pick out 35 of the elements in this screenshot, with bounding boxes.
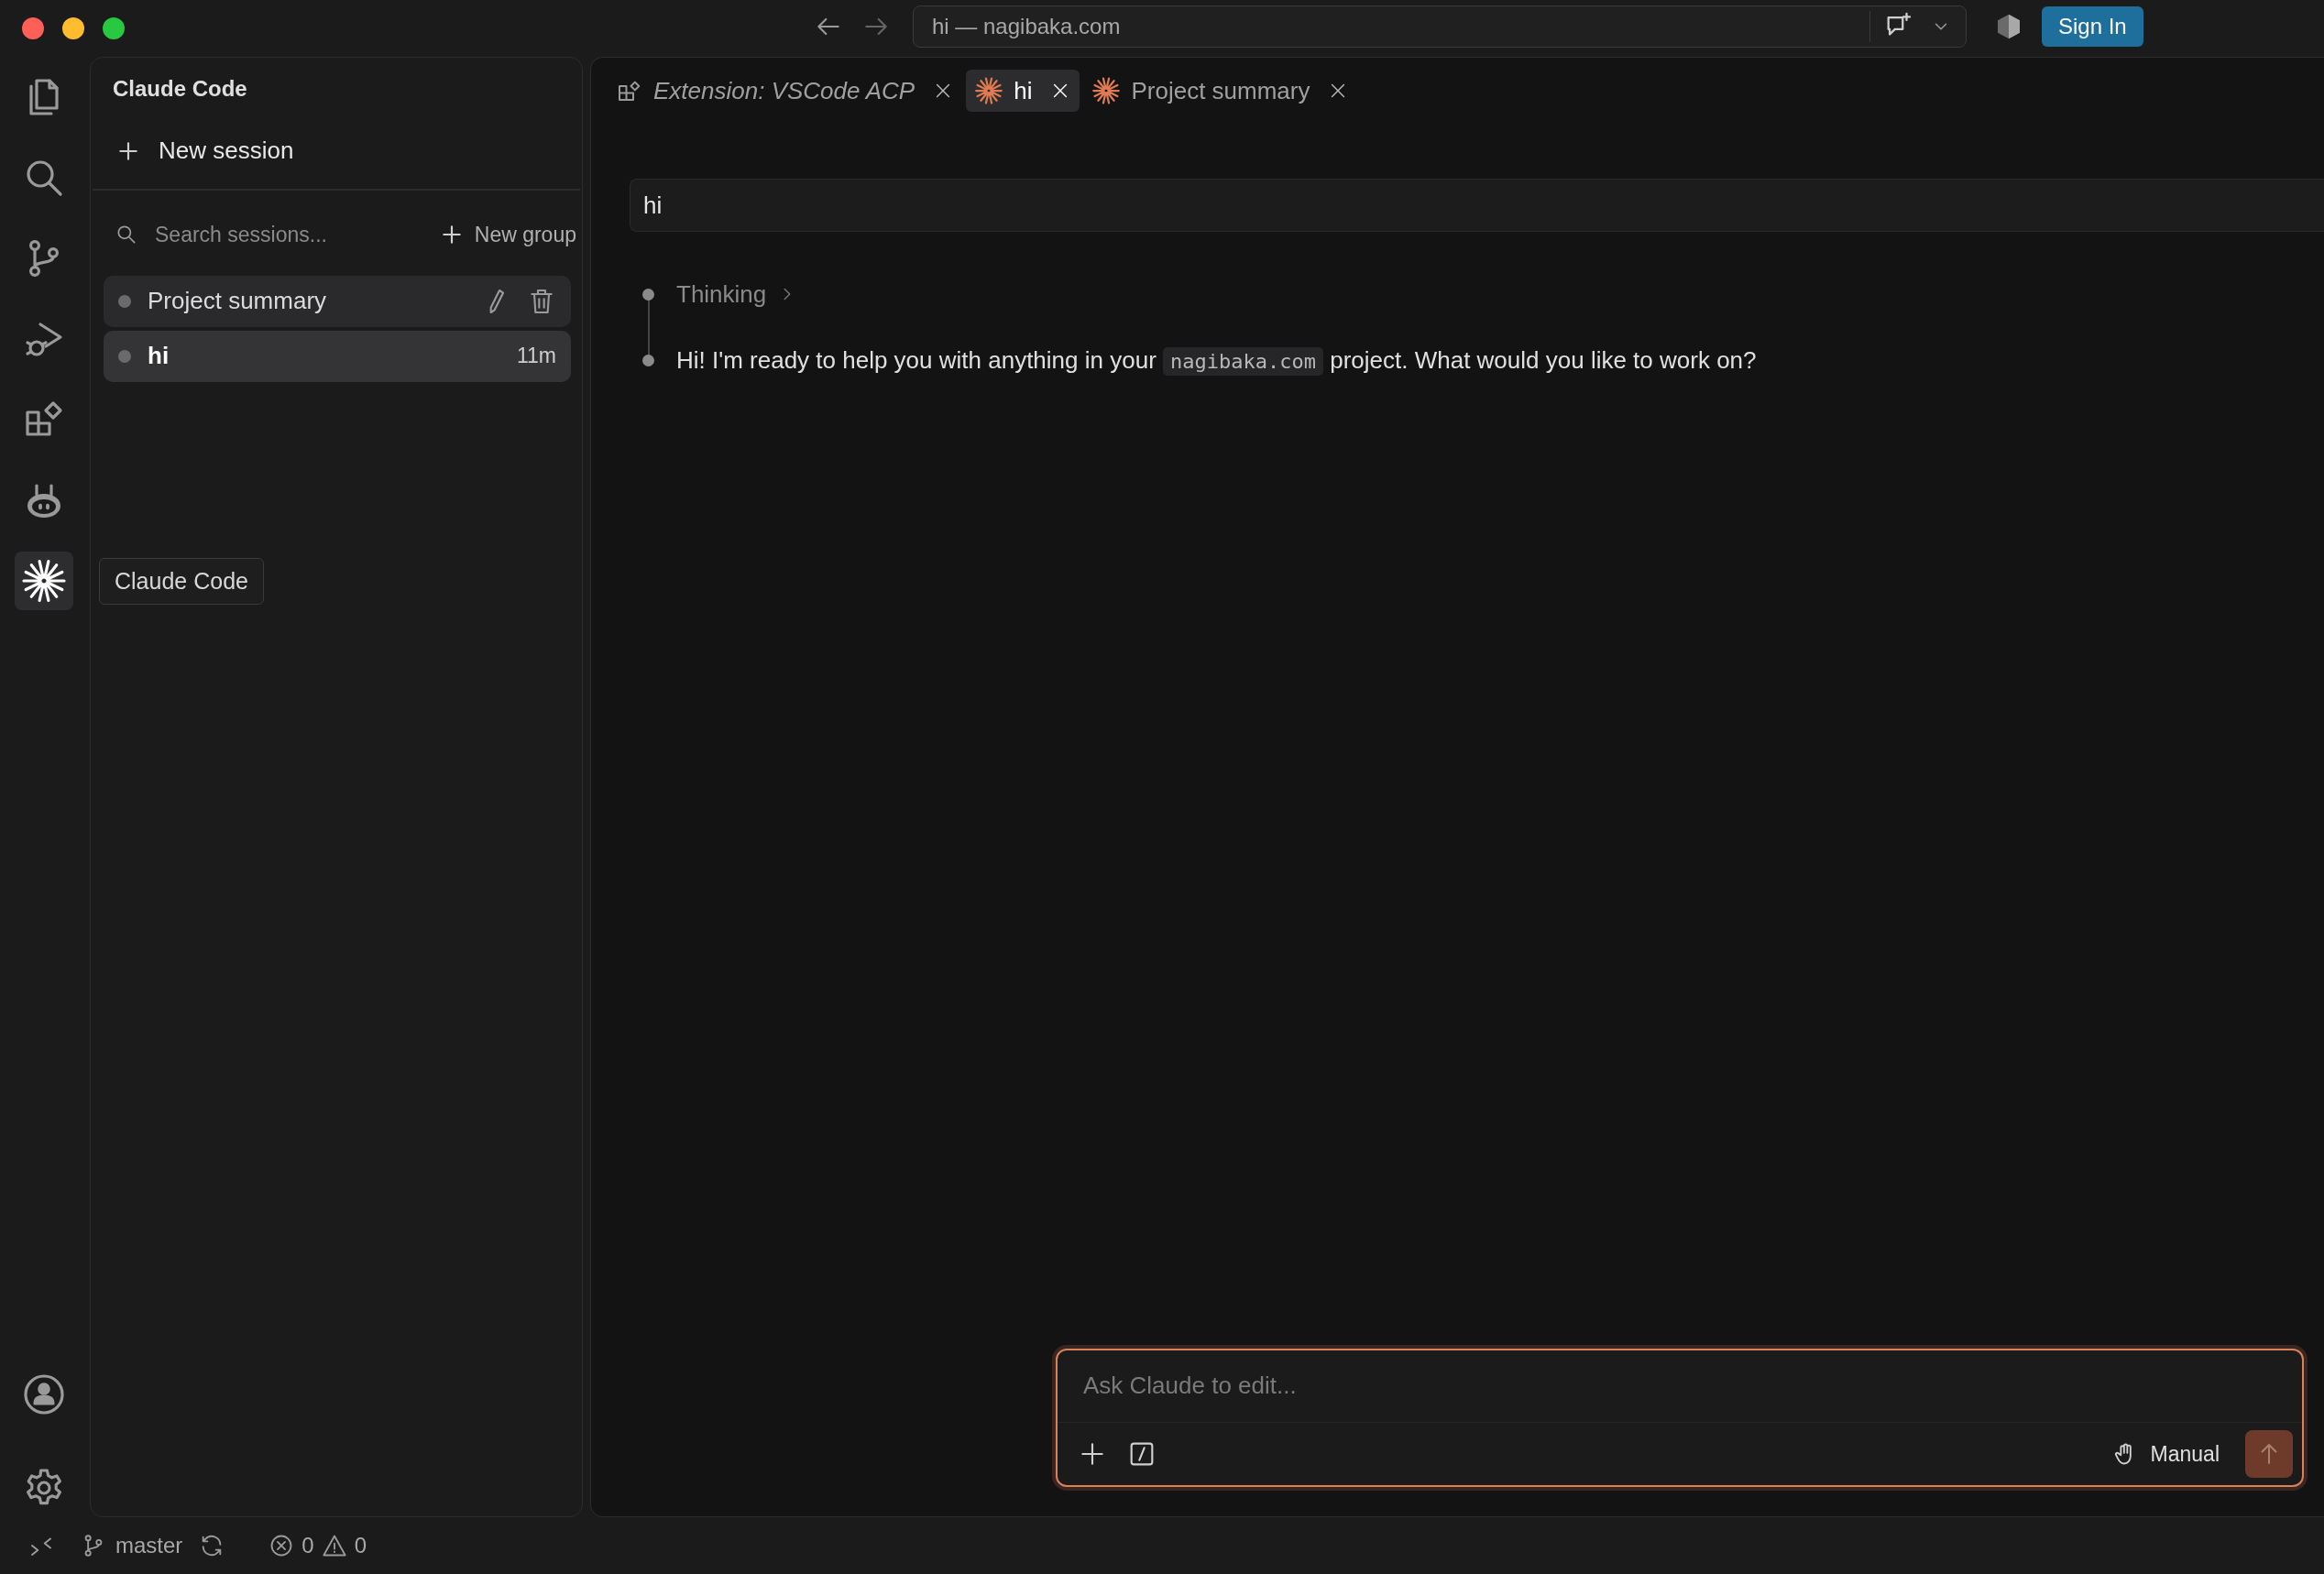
send-button[interactable]: [2245, 1430, 2293, 1478]
message-field[interactable]: Ask Claude to edit...: [1058, 1350, 2302, 1422]
asterisk-icon: [22, 559, 66, 603]
user-message: hi: [630, 179, 2324, 232]
branch-status[interactable]: master: [81, 1533, 183, 1558]
sign-in-button[interactable]: Sign In: [2042, 6, 2143, 47]
address-field[interactable]: hi — nagibaka.com: [913, 5, 1967, 48]
problems-status[interactable]: 0 0: [269, 1533, 367, 1558]
assistant-message: Hi! I'm ready to help you with anything in your nagibaka.com project. What would you like to work on?: [676, 345, 1757, 375]
status-dot: [118, 294, 131, 308]
asterisk-icon: [975, 77, 1003, 104]
minimize-window-button[interactable]: [62, 17, 84, 39]
warning-icon: [321, 1533, 347, 1558]
editor-tab[interactable]: Project summary: [1083, 70, 1358, 112]
zoom-window-button[interactable]: [103, 17, 125, 39]
session-item[interactable]: Project summary: [104, 275, 571, 327]
session-title: Project summary: [148, 287, 328, 315]
session-item[interactable]: hi 11m: [104, 330, 571, 382]
close-window-button[interactable]: [22, 17, 44, 39]
new-session-button[interactable]: New session: [91, 102, 320, 189]
sidebar-title: Claude Code: [112, 75, 248, 102]
session-time: 11m: [516, 344, 556, 368]
new-group-button[interactable]: New group: [439, 222, 582, 247]
timeline-dot: [642, 354, 654, 366]
timeline-dot: [642, 288, 654, 301]
mode-button[interactable]: Manual: [2106, 1440, 2225, 1468]
tooltip: Claude Code: [99, 558, 264, 605]
search-field[interactable]: Search sessions...: [153, 221, 340, 248]
thinking-toggle[interactable]: Thinking: [676, 279, 798, 309]
asterisk-icon: [1092, 77, 1121, 104]
editor-tab[interactable]: Extension: VSCode ACP: [606, 70, 963, 112]
status-dot: [118, 349, 131, 363]
editor-tab[interactable]: hi: [966, 70, 1080, 112]
claude-view-button[interactable]: [15, 552, 73, 610]
session-title: hi: [148, 342, 170, 370]
